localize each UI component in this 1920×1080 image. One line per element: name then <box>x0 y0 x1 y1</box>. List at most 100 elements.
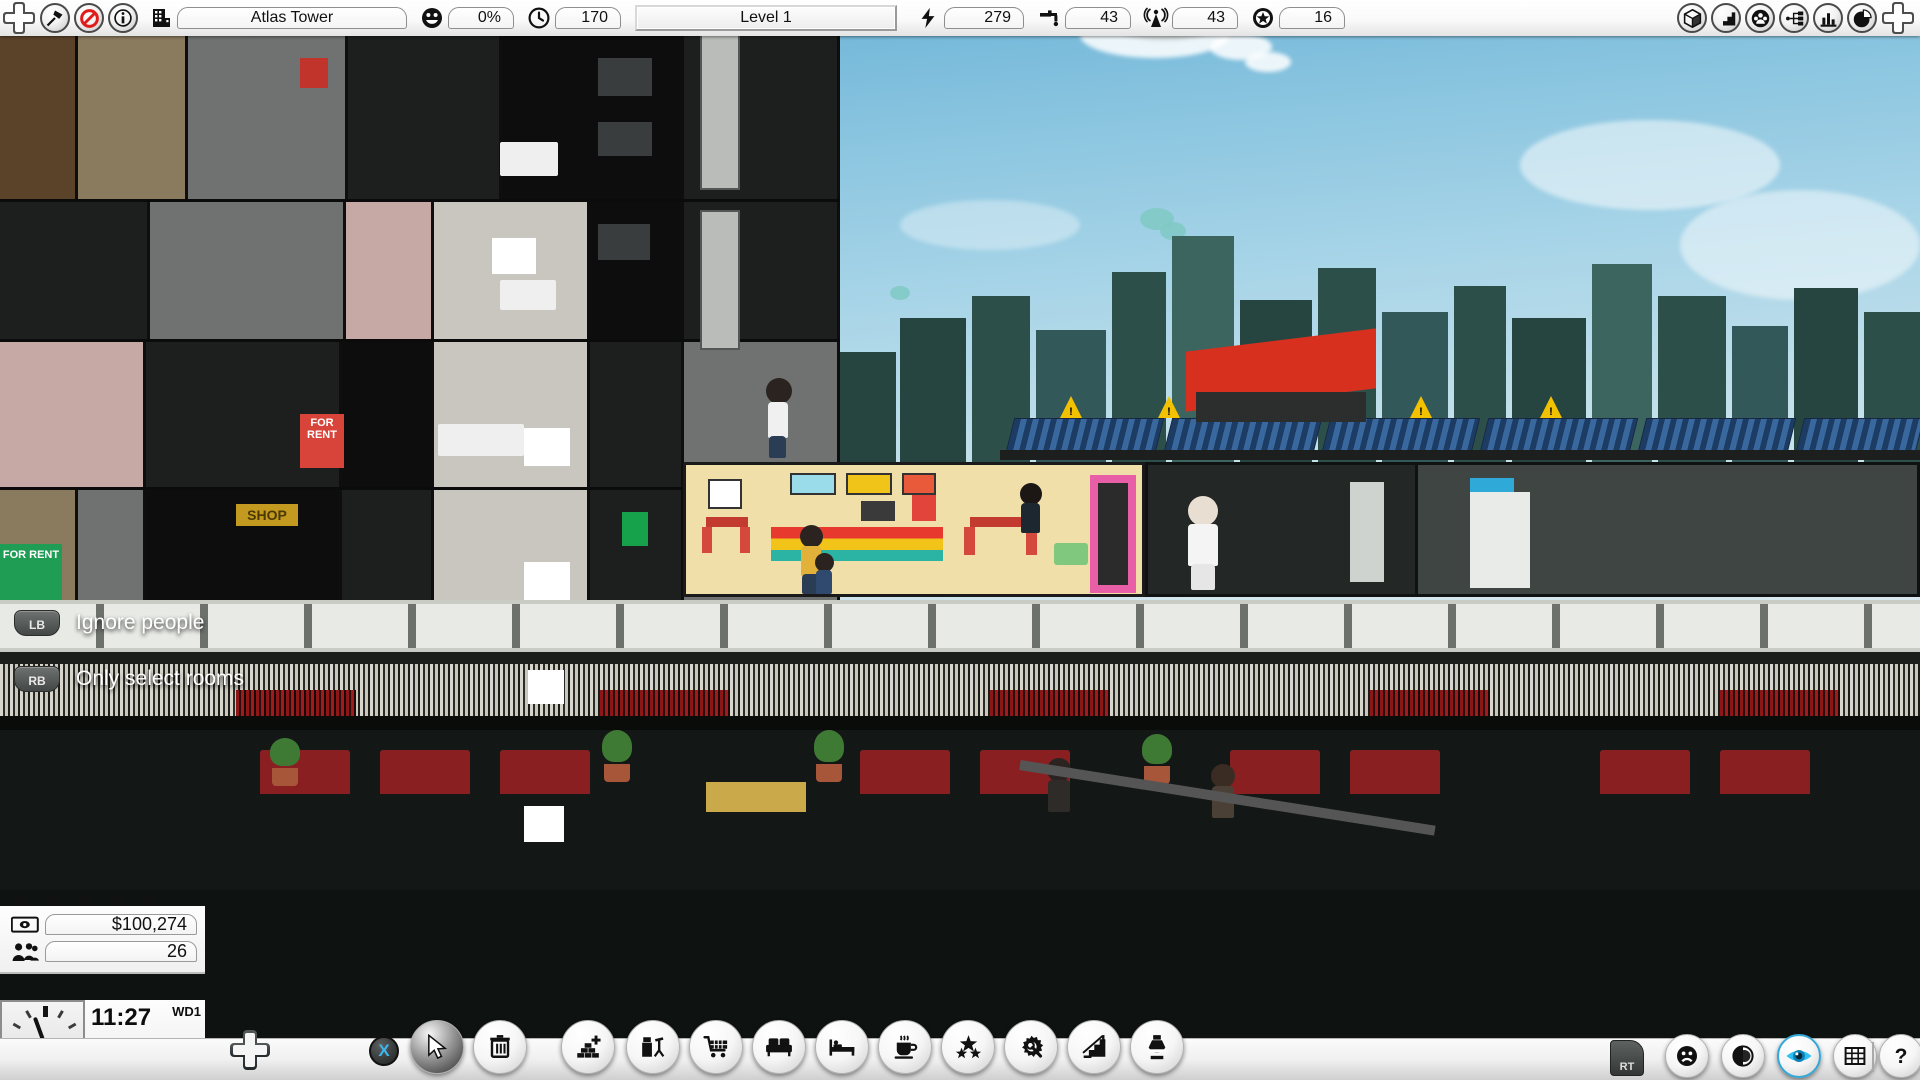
cloud <box>1245 52 1291 72</box>
x-button[interactable]: X <box>369 1036 399 1066</box>
clock-value: 170 <box>555 7 621 29</box>
for-rent-sign: FOR RENT <box>300 414 344 468</box>
game-world[interactable]: FOR RENT SHOP FOR RENT <box>0 0 1920 1080</box>
dpad-icon[interactable] <box>230 1030 270 1070</box>
hotel-tool[interactable] <box>815 1020 869 1074</box>
fixture <box>1470 492 1530 588</box>
for-rent-sign-2: FOR RENT <box>0 544 62 600</box>
solar-panel <box>1638 418 1796 452</box>
shop-sign: SHOP <box>236 504 298 526</box>
lightning-bolt-icon <box>915 5 941 31</box>
population-button[interactable] <box>1745 3 1775 33</box>
table <box>706 782 806 812</box>
solar-panel <box>1796 418 1920 452</box>
solar-panel <box>1322 418 1480 452</box>
tower-name-field[interactable]: Atlas Tower <box>177 7 407 29</box>
contrast-overlay-button[interactable] <box>1721 1034 1765 1078</box>
rb-bumper-label: RB <box>14 666 60 692</box>
happiness-value: 0% <box>448 7 514 29</box>
star-value: 16 <box>1279 7 1345 29</box>
svg-text:?: ? <box>1895 1045 1908 1068</box>
demolish-button[interactable] <box>74 3 104 33</box>
star-badge-icon <box>1250 5 1276 31</box>
roof-deck <box>1000 450 1920 460</box>
rooftop-base <box>1196 392 1366 422</box>
bookshelf-red <box>600 690 730 716</box>
hint-rb-text: Only select rooms <box>76 667 244 691</box>
money-value: $100,274 <box>45 914 197 935</box>
lobby-band <box>0 652 1920 664</box>
cube-view-button[interactable] <box>1677 3 1707 33</box>
clock-day: WD1 <box>172 1004 201 1019</box>
bookshelf-red <box>236 690 356 716</box>
hierarchy-button[interactable] <box>1779 3 1809 33</box>
cloud <box>900 200 1080 250</box>
build-hammer-button[interactable] <box>40 3 70 33</box>
bookshelf-red <box>990 690 1110 716</box>
floating-debris <box>890 286 910 300</box>
population-row: 26 <box>8 938 197 965</box>
power-value: 279 <box>944 7 1024 29</box>
hint-lb: LB Ignore people <box>14 610 204 636</box>
info-button[interactable] <box>108 3 138 33</box>
add-menu-button-right[interactable] <box>1882 2 1914 34</box>
bookshelf-red <box>1370 690 1490 716</box>
cafe-tool[interactable] <box>878 1020 932 1074</box>
highlight-cell <box>528 670 564 704</box>
hint-lb-text: Ignore people <box>76 611 204 635</box>
add-menu-button[interactable] <box>3 2 35 34</box>
build-room-tool[interactable] <box>561 1020 615 1074</box>
demolish-tool[interactable] <box>473 1020 527 1074</box>
fixture <box>1350 482 1384 582</box>
person[interactable] <box>760 378 796 460</box>
highlight-cell <box>524 806 564 842</box>
visibility-overlay-button[interactable] <box>1777 1034 1821 1078</box>
faucet-icon <box>1036 5 1062 31</box>
cloud <box>1680 190 1920 300</box>
rt-trigger-hint: RT <box>1610 1040 1644 1076</box>
decor-tool[interactable] <box>1130 1020 1184 1074</box>
people-icon <box>8 941 42 963</box>
signal-value: 43 <box>1172 7 1238 29</box>
office-tool[interactable] <box>626 1020 680 1074</box>
grid-overlay-button[interactable] <box>1833 1034 1877 1078</box>
pie-chart-button[interactable] <box>1847 3 1877 33</box>
lobby-windows <box>0 604 1920 648</box>
level-indicator[interactable]: Level 1 <box>635 5 897 31</box>
solar-panel <box>1480 418 1638 452</box>
floors-button[interactable] <box>1711 3 1741 33</box>
maintenance-tool[interactable] <box>1004 1020 1058 1074</box>
solar-panel <box>1164 418 1322 452</box>
happy-face-icon <box>419 5 445 31</box>
person[interactable] <box>812 553 838 597</box>
game-screen: FOR RENT SHOP FOR RENT <box>0 0 1920 1080</box>
top-status-bar: Atlas Tower 0% 170 Level 1 279 <box>0 0 1920 36</box>
stats-panel: $100,274 26 <box>0 906 205 974</box>
clock-time: 11:27 <box>91 1004 151 1032</box>
solar-panel <box>1006 418 1164 452</box>
elevator-shaft[interactable] <box>700 210 740 350</box>
clock-icon <box>526 5 552 31</box>
building-icon <box>148 5 174 31</box>
antenna-signal-icon <box>1143 5 1169 31</box>
shop-tool[interactable] <box>689 1020 743 1074</box>
bar-chart-button[interactable] <box>1813 3 1843 33</box>
rating-tool[interactable] <box>941 1020 995 1074</box>
water-value: 43 <box>1065 7 1131 29</box>
money-bill-icon <box>8 916 42 934</box>
hint-rb: RB Only select rooms <box>14 666 244 692</box>
person[interactable] <box>1016 483 1046 553</box>
select-tool[interactable] <box>410 1020 464 1074</box>
diner-room[interactable] <box>683 462 1145 597</box>
person[interactable] <box>1182 496 1226 592</box>
population-value: 26 <box>45 941 197 962</box>
floor-divider <box>0 716 1920 730</box>
lounge-tool[interactable] <box>752 1020 806 1074</box>
money-row: $100,274 <box>8 911 197 938</box>
lb-bumper-label: LB <box>14 610 60 636</box>
bookshelf-red <box>1720 690 1840 716</box>
unhappy-overlay-button[interactable] <box>1665 1034 1709 1078</box>
help-button[interactable]: ? <box>1879 1034 1920 1078</box>
stairs-tool[interactable] <box>1067 1020 1121 1074</box>
elevator-shaft[interactable] <box>700 30 740 190</box>
